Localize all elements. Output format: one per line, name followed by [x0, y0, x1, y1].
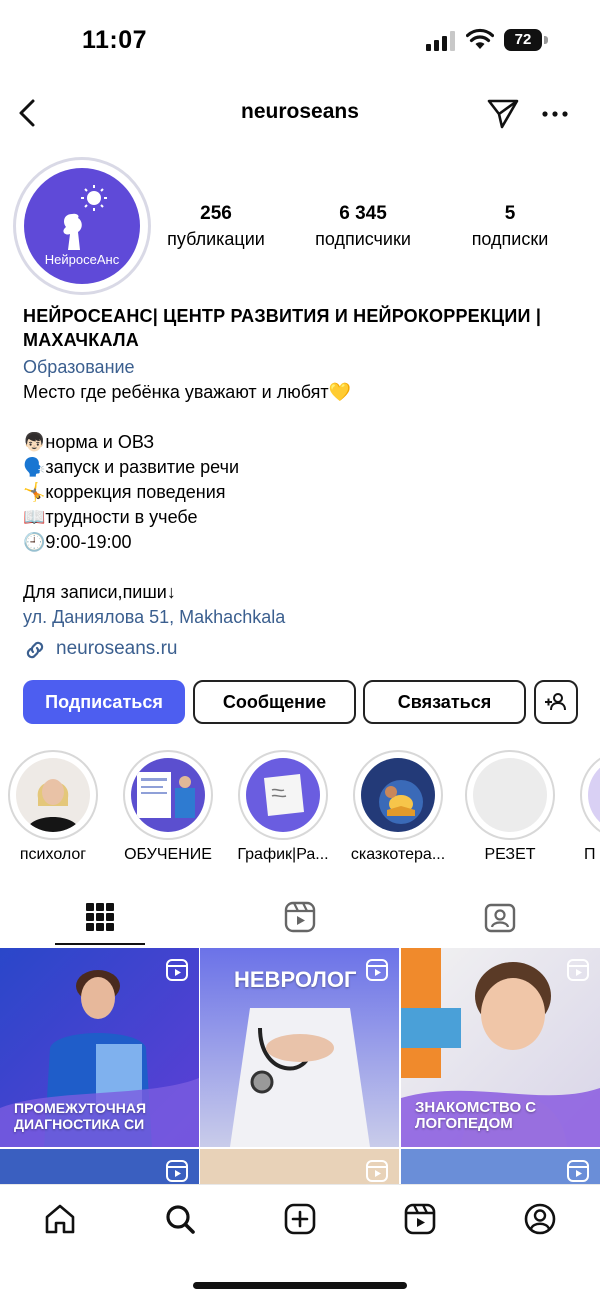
reel-icon: [567, 959, 589, 981]
avatar-ring[interactable]: НейросеАнс: [13, 157, 151, 295]
highlight-fairytale-therapy[interactable]: сказкотера...: [341, 750, 455, 864]
suggest-users-button[interactable]: [534, 680, 578, 724]
bio-line: 👦🏻норма и ОВЗ: [23, 432, 155, 452]
status-bar: 11:07 72: [0, 0, 600, 80]
battery-level: 72: [504, 29, 542, 51]
bottom-navigation: [0, 1184, 600, 1300]
highlight-label: ОБУЧЕНИЕ: [124, 846, 212, 863]
stat-followers[interactable]: 6 345 подписчики: [302, 203, 424, 250]
post-tile[interactable]: [0, 1149, 199, 1184]
stat-posts-value: 256: [200, 203, 232, 224]
bio-spacer: [23, 555, 583, 580]
bio-line: 🤸коррекция поведения: [23, 482, 226, 502]
reel-icon: [166, 959, 188, 981]
highlight-cover: [473, 758, 547, 832]
avatar: НейросеАнс: [24, 168, 140, 284]
highlight-training[interactable]: ОБУЧЕНИЕ: [111, 750, 225, 864]
highlight-ring: [123, 750, 213, 840]
reel-icon: [166, 1160, 188, 1182]
active-tab-indicator: [55, 943, 145, 945]
reel-icon: [366, 1160, 388, 1182]
highlight-ring: [353, 750, 443, 840]
highlight-partial[interactable]: П: [566, 750, 600, 864]
follow-button[interactable]: Подписаться: [23, 680, 185, 724]
bio-contact-note: Для записи,пиши↓: [23, 582, 176, 602]
stat-following-value: 5: [504, 203, 516, 224]
bio-line: 🗣️запуск и развитие речи: [23, 457, 240, 477]
highlight-label: психолог: [19, 846, 87, 863]
avatar-brand-text: НейросеАнс: [44, 252, 120, 267]
person-photo-icon: [26, 779, 80, 832]
post-tile[interactable]: ПРОМЕЖУТОЧНАЯ ДИАГНОСТИКА СИ: [0, 948, 199, 1147]
highlight-ring: [580, 750, 600, 840]
stat-following-label: подписки: [471, 229, 549, 249]
reel-icon: [567, 1160, 589, 1182]
profile-category[interactable]: Образование: [23, 355, 583, 380]
status-time: 11:07: [82, 26, 148, 54]
highlight-reset[interactable]: РЕЗЕТ: [453, 750, 567, 864]
contact-button[interactable]: Связаться: [363, 680, 526, 724]
highlight-schedule[interactable]: График|Ра...: [226, 750, 340, 864]
profile-tabs: [0, 890, 600, 946]
battery-icon: 72: [504, 29, 548, 51]
post-caption: НЕВРОЛОГ: [234, 967, 357, 992]
bio-tagline: Место где ребёнка уважают и любят💛: [23, 382, 352, 402]
posts-grid: ПРОМЕЖУТОЧНАЯ ДИАГНОСТИКА СИ НЕВРОЛОГ ЗН…: [0, 948, 600, 1184]
certificate-photo-icon: [137, 772, 195, 818]
profile-name: НЕЙРОСЕАНС| ЦЕНТР РАЗВИТИЯ И НЕЙРОКОРРЕК…: [23, 306, 542, 350]
battery-cap: [544, 36, 548, 44]
highlight-ring: [238, 750, 328, 840]
highlight-label: П: [584, 846, 596, 863]
highlight-ring: [8, 750, 98, 840]
stat-followers-value: 6 345: [339, 203, 387, 224]
bio-line: 📖трудности в учебе: [23, 507, 198, 527]
reels-icon[interactable]: [283, 900, 317, 934]
link-icon: [26, 641, 44, 659]
highlight-cover: [588, 758, 600, 832]
post-caption: ЗНАКОМСТВО С ЛОГОПЕДОМ: [415, 1099, 537, 1132]
highlight-ring: [465, 750, 555, 840]
tagged-icon[interactable]: [483, 900, 517, 934]
message-button[interactable]: Сообщение: [193, 680, 356, 724]
highlight-label: График|Ра...: [237, 846, 329, 863]
bio-spacer: [23, 405, 583, 430]
post-tile[interactable]: [401, 1149, 600, 1184]
post-caption: ПРОМЕЖУТОЧНАЯ ДИАГНОСТИКА СИ: [14, 1100, 147, 1132]
create-icon[interactable]: [283, 1202, 317, 1236]
note-paper-icon: [264, 774, 304, 816]
signal-icon: [426, 31, 455, 51]
stat-following[interactable]: 5 подписки: [460, 203, 560, 250]
bio-address[interactable]: ул. Даниялова 51, Makhachkala: [23, 605, 583, 630]
website-link-text[interactable]: neuroseans.ru: [56, 638, 177, 660]
highlight-cover: [131, 758, 205, 832]
book-light-icon: [379, 780, 423, 824]
home-indicator: [193, 1282, 407, 1289]
post-tile[interactable]: [200, 1149, 399, 1184]
post-tile[interactable]: ЗНАКОМСТВО С ЛОГОПЕДОМ: [401, 948, 600, 1147]
bio-line: 🕘9:00-19:00: [23, 532, 132, 552]
stat-posts-label: публикации: [167, 229, 265, 249]
highlight-cover: [246, 758, 320, 832]
paper-plane-icon[interactable]: [486, 96, 520, 130]
home-icon[interactable]: [43, 1202, 77, 1236]
stat-followers-label: подписчики: [315, 229, 411, 249]
add-person-icon: [545, 693, 566, 711]
reels-icon[interactable]: [403, 1202, 437, 1236]
highlight-cover: [16, 758, 90, 832]
grid-icon[interactable]: [83, 900, 117, 934]
profile-header: neuroseans: [0, 90, 600, 136]
wifi-icon: [466, 28, 494, 49]
highlight-psychologist[interactable]: психолог: [0, 750, 110, 864]
highlight-label: РЕЗЕТ: [484, 846, 536, 863]
reel-icon: [366, 959, 388, 981]
post-tile[interactable]: НЕВРОЛОГ: [200, 948, 399, 1147]
more-dots-icon[interactable]: [540, 100, 570, 128]
highlight-label: сказкотера...: [350, 846, 446, 863]
search-icon[interactable]: [163, 1202, 197, 1236]
highlight-cover: [361, 758, 435, 832]
profile-icon[interactable]: [523, 1202, 557, 1236]
stat-posts[interactable]: 256 публикации: [160, 203, 272, 250]
profile-bio: НЕЙРОСЕАНС| ЦЕНТР РАЗВИТИЯ И НЕЙРОКОРРЕК…: [23, 304, 583, 630]
